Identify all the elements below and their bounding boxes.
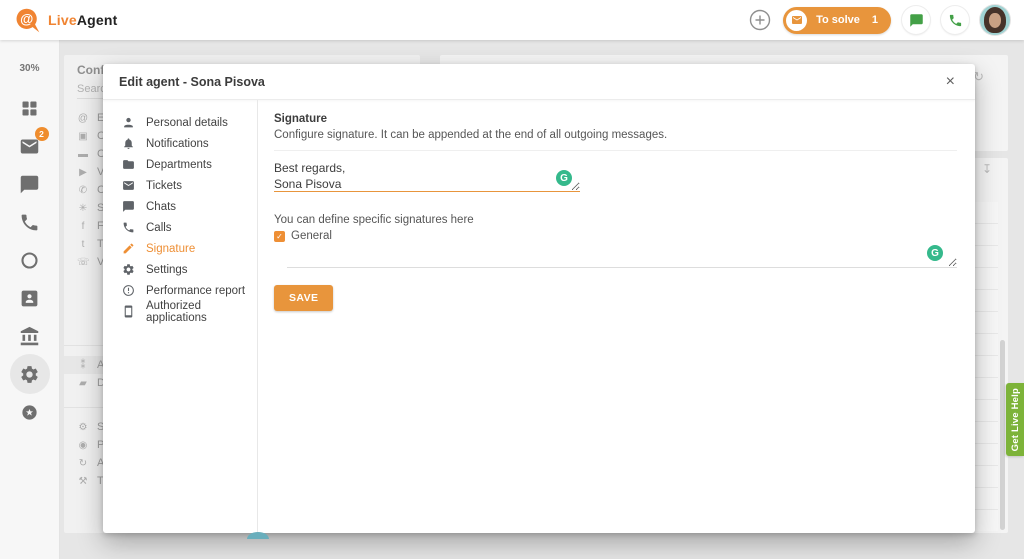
signature-textarea[interactable]: Best regards, Sona Pisova [274,158,580,192]
close-icon[interactable]: × [942,72,959,92]
wrench-icon: ⚒ [77,476,89,487]
modal-title: Edit agent - Sona Pisova [119,75,265,89]
grammarly-icon[interactable]: G [927,245,943,261]
export-icon: ↧ [982,162,992,176]
agents-icon: ⁑ [77,360,89,371]
sidebar-item-tickets[interactable]: 2 [10,126,50,166]
chat-icon: ▬ [77,149,89,160]
save-button[interactable]: SAVE [274,285,333,311]
dashboard-icon [19,98,40,119]
modal-menu: Personal details Notifications Departmen… [103,100,258,533]
sidebar-item-social[interactable] [10,240,50,280]
general-checkbox-row[interactable]: ✓ General [274,230,957,242]
gear-icon: ⚙ [77,422,89,433]
tickets-badge: 2 [35,127,49,141]
modal-menu-item-chats[interactable]: Chats [103,196,257,217]
section-description: Configure signature. It can be appended … [274,129,957,141]
section-heading: Signature [274,113,957,125]
modal-menu-item-notifications[interactable]: Notifications [103,133,257,154]
user-avatar[interactable] [980,5,1010,35]
video-icon: ▶ [77,167,89,178]
checkbox-label: General [291,230,332,242]
divider [274,150,957,151]
globe-icon [122,284,135,297]
modal-menu-item-signature[interactable]: Signature [103,238,257,259]
chats-button[interactable] [902,6,930,34]
modal-menu-item-calls[interactable]: Calls [103,217,257,238]
edit-agent-modal: Edit agent - Sona Pisova × Personal deta… [103,64,975,533]
contact-card-icon [19,288,40,309]
sidebar-item-gamification[interactable] [10,392,50,432]
logo-text: LiveAgent [48,12,118,28]
to-solve-count: 1 [872,14,878,26]
liveagent-bubble-icon: @ [14,7,41,34]
twitter-icon: t [77,239,89,250]
modal-menu-item-settings[interactable]: Settings [103,259,257,280]
bell-icon [122,137,135,150]
ring-icon [19,250,40,271]
globe-icon: ◉ [77,440,89,451]
chat-icon [122,200,135,213]
to-solve-label: To solve [816,14,860,26]
chat-icon [19,174,40,195]
grammarly-icon[interactable]: G [556,170,572,186]
sidebar-item-dashboard[interactable] [10,88,50,128]
gear-icon [19,364,40,385]
phone-icon [19,212,40,233]
gear-icon [122,263,135,276]
viber-icon: ☏ [77,257,89,268]
envelope-icon [786,10,807,31]
calls-button[interactable] [941,6,969,34]
sidebar-item-configuration[interactable] [10,354,50,394]
smartphone-icon [122,305,135,318]
modal-menu-item-departments[interactable]: Departments [103,154,257,175]
call-icon: ✆ [77,185,89,196]
get-live-help-button[interactable]: Get Live Help [1006,383,1024,456]
main-sidebar: 30% 2 [0,40,60,559]
scrollbar-thumb[interactable] [1000,340,1005,530]
modal-menu-item-tickets[interactable]: Tickets [103,175,257,196]
person-icon [122,116,135,129]
modal-menu-item-performance-report[interactable]: Performance report [103,280,257,301]
top-bar: @ LiveAgent To solve 1 [0,0,1024,40]
modal-menu-item-authorized-applications[interactable]: Authorized applications [103,301,257,322]
liveagent-logo: @ LiveAgent [14,7,118,34]
modal-menu-item-personal-details[interactable]: Personal details [103,112,257,133]
facebook-icon: f [77,221,89,232]
bank-icon [19,326,40,347]
departments-icon: ▰ [77,378,89,389]
phone-icon [948,13,963,28]
to-solve-button[interactable]: To solve 1 [783,7,891,34]
specific-signatures-hint: You can define specific signatures here [274,214,957,226]
usage-indicator: 30% [19,63,39,74]
checkbox-checked-icon[interactable]: ✓ [274,231,285,242]
folder-icon [122,158,135,171]
add-new-button[interactable] [748,8,772,32]
sidebar-item-customers[interactable] [10,278,50,318]
modal-header: Edit agent - Sona Pisova × [103,64,975,100]
sidebar-item-calls[interactable] [10,202,50,242]
refresh-icon: ↻ [77,458,89,469]
contact-forms-icon: ▣ [77,131,89,142]
slack-icon: ✳ [77,203,89,214]
pen-icon [122,242,135,255]
star-badge-icon [20,403,39,422]
teal-peek-element [247,532,269,539]
general-signature-textarea[interactable] [287,242,957,268]
modal-content: Signature Configure signature. It can be… [258,100,975,533]
chat-icon [909,13,924,28]
phone-icon [122,221,135,234]
svg-text:@: @ [20,11,33,26]
at-icon: @ [77,113,89,124]
sidebar-item-chats[interactable] [10,164,50,204]
envelope-icon [122,179,135,192]
sidebar-item-billing[interactable] [10,316,50,356]
